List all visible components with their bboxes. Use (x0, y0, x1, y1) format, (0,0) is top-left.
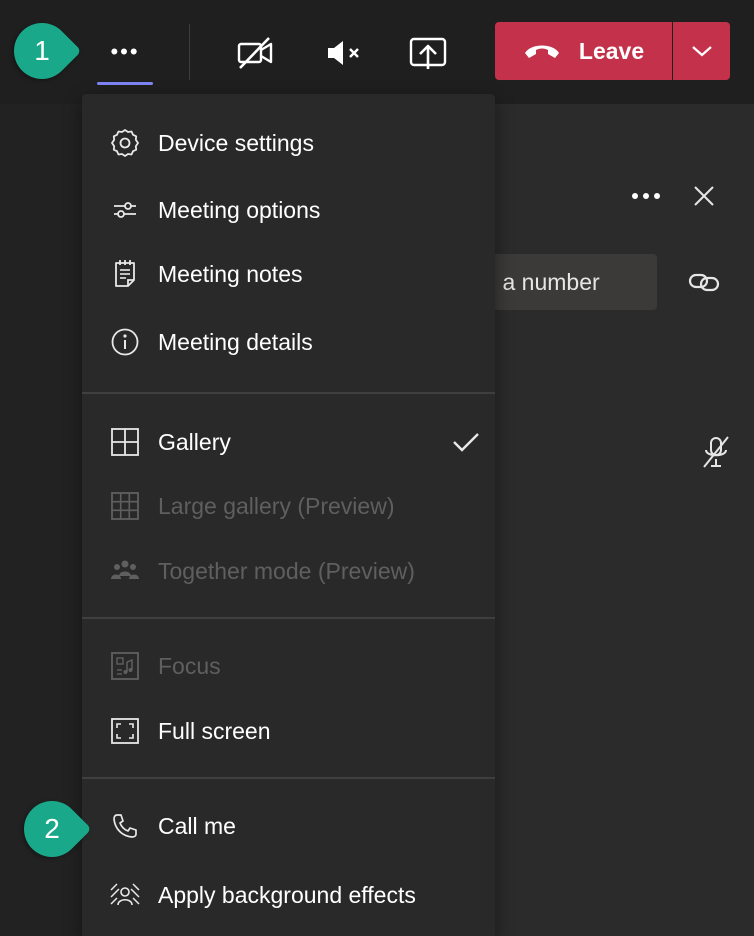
menu-item-call-me[interactable]: Call me (82, 794, 495, 858)
menu-item-label: Gallery (158, 428, 231, 455)
copy-link-button[interactable] (686, 264, 722, 300)
dial-number-label: l a number (495, 268, 600, 295)
menu-item-together-mode: Together mode (Preview) (82, 539, 495, 603)
participants-panel (495, 104, 754, 936)
panel-close-button[interactable] (688, 178, 720, 214)
share-screen-icon (409, 37, 447, 69)
toolbar-divider (189, 24, 190, 80)
menu-item-label: Call me (158, 812, 236, 839)
camera-off-button[interactable] (232, 30, 278, 76)
more-actions-menu: Device settings Meeting options Meeting … (82, 94, 495, 936)
menu-divider (82, 617, 495, 619)
info-icon (108, 325, 142, 359)
background-effects-icon (108, 878, 142, 912)
more-actions-button[interactable]: ••• (97, 30, 153, 74)
menu-item-focus: Focus (82, 634, 495, 698)
menu-item-label: Meeting details (158, 328, 313, 355)
participant-mic-status (698, 434, 734, 470)
leave-label: Leave (578, 37, 645, 64)
more-horizontal-icon (632, 193, 660, 199)
phone-icon (108, 809, 142, 843)
menu-item-meeting-details[interactable]: Meeting details (82, 310, 495, 374)
menu-item-meeting-notes[interactable]: Meeting notes (82, 242, 495, 306)
panel-more-button[interactable] (628, 178, 664, 214)
menu-item-label: Full screen (158, 717, 271, 744)
mic-off-icon (703, 436, 729, 468)
menu-item-label: Together mode (Preview) (158, 557, 415, 584)
speaker-muted-icon (328, 41, 359, 65)
dial-number-button[interactable]: l a number (495, 254, 657, 310)
gear-icon (108, 126, 142, 160)
menu-item-label: Meeting notes (158, 260, 303, 287)
more-actions-label: ••• (110, 39, 140, 64)
callout-marker-2: 2 (12, 789, 92, 869)
menu-item-label: Device settings (158, 129, 314, 156)
share-screen-button[interactable] (405, 30, 451, 76)
menu-item-label: Apply background effects (158, 881, 416, 908)
chevron-down-icon (691, 46, 712, 57)
callout-number: 1 (34, 35, 50, 66)
callout-number: 2 (44, 813, 60, 844)
menu-item-label: Focus (158, 652, 221, 679)
menu-item-background-effects[interactable]: Apply background effects (82, 863, 495, 927)
menu-item-meeting-options[interactable]: Meeting options (82, 178, 495, 242)
callout-marker-1: 1 (2, 11, 82, 91)
camera-off-icon (237, 37, 273, 69)
menu-item-large-gallery: Large gallery (Preview) (82, 474, 495, 538)
fullscreen-icon (108, 714, 142, 748)
leave-button[interactable]: Leave (495, 22, 672, 80)
leave-options-button[interactable] (673, 22, 730, 80)
checkmark-icon (450, 426, 482, 458)
people-group-icon (108, 554, 142, 588)
active-indicator (97, 82, 153, 85)
menu-item-device-settings[interactable]: Device settings (82, 111, 495, 175)
hang-up-icon (524, 45, 559, 58)
menu-divider (82, 392, 495, 394)
focus-icon (108, 649, 142, 683)
menu-item-gallery[interactable]: Gallery (82, 410, 495, 474)
menu-item-label: Large gallery (Preview) (158, 492, 395, 519)
notes-icon (108, 257, 142, 291)
gallery-grid-icon (108, 425, 142, 459)
menu-item-label: Meeting options (158, 196, 321, 223)
sliders-icon (108, 193, 142, 227)
menu-divider (82, 777, 495, 779)
mute-button[interactable] (320, 30, 366, 76)
large-gallery-icon (108, 489, 142, 523)
menu-item-full-screen[interactable]: Full screen (82, 699, 495, 763)
close-icon (694, 186, 714, 206)
link-icon (688, 273, 720, 292)
